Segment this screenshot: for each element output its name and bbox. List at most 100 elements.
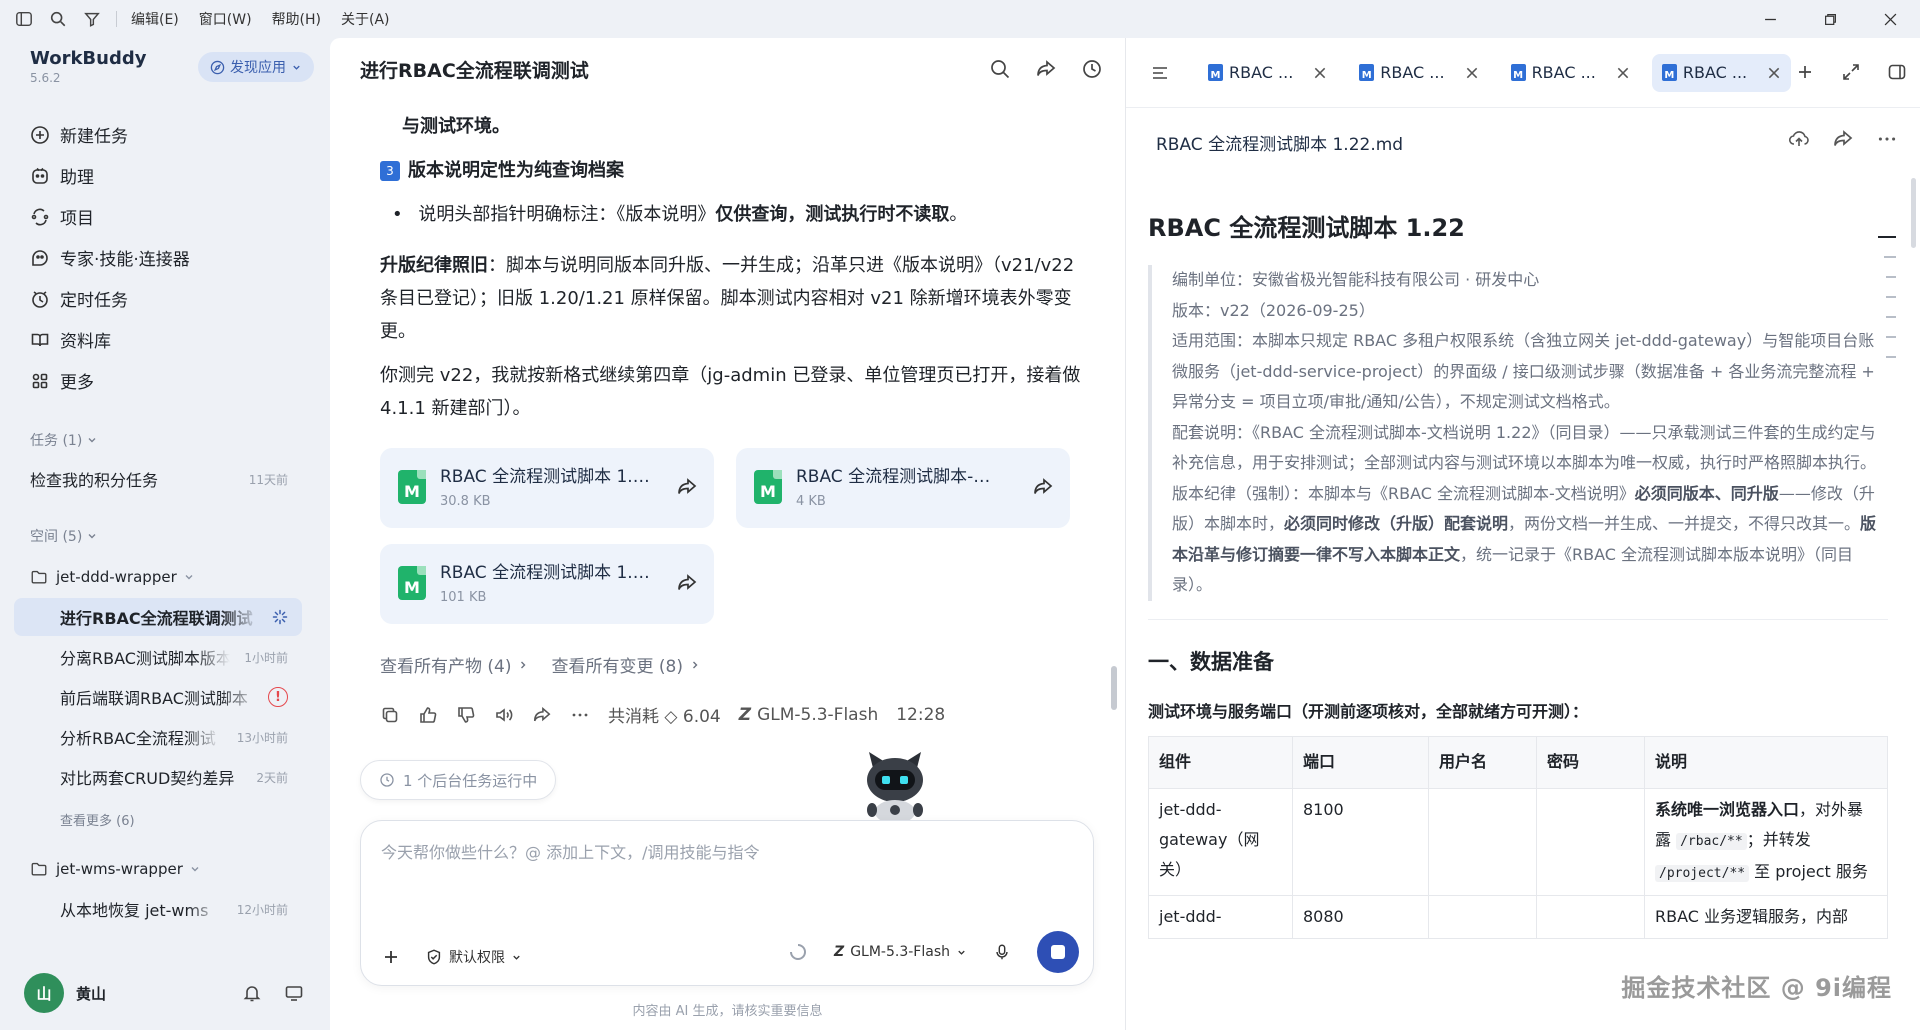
- title-bar: 编辑(E) 窗口(W) 帮助(H) 关于(A): [0, 0, 1920, 38]
- doc-tab[interactable]: M RBAC ...: [1198, 54, 1337, 92]
- chat-scrollbar[interactable]: [1111, 666, 1117, 710]
- space-folder[interactable]: jet-wms-wrapper: [14, 850, 302, 888]
- cell-code: /project/**: [1655, 864, 1750, 882]
- menu-icon[interactable]: [1150, 63, 1170, 83]
- microphone-icon[interactable]: [993, 943, 1011, 961]
- menu-edit[interactable]: 编辑(E): [131, 9, 179, 29]
- markdown-file-icon: M: [398, 470, 426, 504]
- search-icon[interactable]: [48, 9, 68, 29]
- menu-help[interactable]: 帮助(H): [272, 9, 321, 29]
- nav-new-task[interactable]: 新建任务: [18, 114, 318, 155]
- tab-label: RBAC ...: [1682, 63, 1748, 82]
- avatar[interactable]: 山: [24, 973, 64, 1013]
- discover-apps-button[interactable]: 发现应用: [198, 52, 314, 82]
- share-icon[interactable]: [1035, 58, 1057, 80]
- space-folder[interactable]: jet-ddd-wrapper: [14, 558, 302, 596]
- device-icon[interactable]: [284, 983, 304, 1003]
- spaces-section-header[interactable]: 空间 (5): [30, 526, 98, 546]
- doc-content: RBAC 全流程测试脚本 1.22 编制单位：安徽省极光智能科技有限公司 · 研…: [1148, 208, 1888, 939]
- plus-icon[interactable]: [381, 947, 401, 967]
- minimize-icon[interactable]: [1740, 0, 1800, 38]
- thumbs-up-icon[interactable]: [418, 705, 438, 725]
- menu-window[interactable]: 窗口(W): [199, 9, 252, 29]
- speaker-icon[interactable]: [494, 705, 514, 725]
- thumbs-down-icon[interactable]: [456, 705, 476, 725]
- close-icon[interactable]: [1465, 66, 1479, 80]
- doc-tab[interactable]: M RBAC ...: [1349, 54, 1488, 92]
- copy-icon[interactable]: [380, 705, 400, 725]
- search-icon[interactable]: [989, 58, 1011, 80]
- doc-scrollbar[interactable]: [1911, 178, 1916, 248]
- restore-icon[interactable]: [1800, 0, 1860, 38]
- nav-projects[interactable]: 项目: [18, 196, 318, 237]
- watermark: 掘金技术社区 @ 9i编程: [1621, 974, 1892, 1002]
- link-label: 查看所有变更 (8): [551, 657, 683, 677]
- more-icon[interactable]: [1876, 128, 1898, 150]
- outline-marker[interactable]: [1886, 336, 1896, 338]
- outline-marker[interactable]: [1886, 276, 1896, 278]
- file-card[interactable]: M RBAC 全流程测试脚本-文档说明 1.22.md 4 KB: [736, 448, 1070, 528]
- close-icon[interactable]: [1616, 66, 1630, 80]
- nav-assistant[interactable]: 助理: [18, 155, 318, 196]
- history-icon[interactable]: [1081, 58, 1103, 80]
- stop-generation-button[interactable]: [1037, 931, 1079, 973]
- expand-icon[interactable]: [1841, 62, 1861, 82]
- space-task-item[interactable]: 从本地恢复 jet-wms 12小时前: [14, 890, 302, 928]
- share-icon[interactable]: [676, 572, 698, 594]
- close-icon[interactable]: [1767, 66, 1781, 80]
- loading-spinner-icon: [790, 944, 807, 960]
- close-icon[interactable]: [1313, 66, 1327, 80]
- background-task-pill[interactable]: 1 个后台任务运行中: [360, 760, 557, 800]
- outline-markers[interactable]: [1874, 236, 1896, 376]
- cell-text: 至 project 服务: [1749, 861, 1868, 881]
- table-cell: [1536, 894, 1645, 939]
- view-changes-link[interactable]: 查看所有变更 (8): [551, 652, 700, 677]
- outline-marker[interactable]: [1886, 316, 1896, 318]
- more-icon[interactable]: [570, 705, 590, 725]
- space-task-item[interactable]: 分离RBAC测试脚本版本说明 1小时前: [14, 638, 302, 676]
- panel-toggle-icon[interactable]: [1887, 62, 1907, 82]
- file-card[interactable]: M RBAC 全流程测试脚本 1.22.md 30.8 KB: [380, 448, 714, 528]
- view-artifacts-link[interactable]: 查看所有产物 (4): [380, 652, 529, 677]
- nav-more[interactable]: 更多: [18, 360, 318, 401]
- chat-input-box[interactable]: 今天帮你做些什么？@ 添加上下文，/调用技能与指令 默认权限 Z GLM-5.3…: [360, 820, 1094, 986]
- outline-marker[interactable]: [1886, 356, 1896, 358]
- close-window-icon[interactable]: [1860, 0, 1920, 38]
- space-task-item[interactable]: 对比两套CRUD契约差异 2天前: [14, 758, 302, 796]
- chat-input-placeholder[interactable]: 今天帮你做些什么？@ 添加上下文，/调用技能与指令: [381, 839, 759, 863]
- markdown-file-icon: M: [754, 470, 782, 504]
- nav-label: 定时任务: [60, 291, 128, 311]
- share-icon[interactable]: [1832, 128, 1854, 150]
- file-card[interactable]: M RBAC 全流程测试脚本 1.22 版本说明.md 101 KB: [380, 544, 714, 624]
- doc-tab-active[interactable]: M RBAC ...: [1651, 53, 1792, 92]
- doc-tab[interactable]: M RBAC ...: [1501, 54, 1640, 92]
- outline-marker[interactable]: [1878, 236, 1896, 238]
- nav-scheduled[interactable]: 定时任务: [18, 278, 318, 319]
- nav-label: 资料库: [60, 332, 111, 352]
- sidebar-toggle-icon[interactable]: [14, 9, 34, 29]
- menu-about[interactable]: 关于(A): [341, 9, 390, 29]
- space-task-item[interactable]: 进行RBAC全流程联调测试: [14, 598, 302, 636]
- share-icon[interactable]: [1032, 476, 1054, 498]
- add-tab-icon[interactable]: [1795, 62, 1815, 82]
- model-select[interactable]: Z GLM-5.3-Flash: [834, 944, 967, 960]
- nav-library[interactable]: 资料库: [18, 319, 318, 360]
- tasks-section-header[interactable]: 任务 (1): [30, 430, 98, 450]
- nav-experts[interactable]: 专家·技能·连接器: [18, 237, 318, 278]
- upload-cloud-icon[interactable]: [1788, 128, 1810, 150]
- share-icon[interactable]: [676, 476, 698, 498]
- share-icon[interactable]: [532, 705, 552, 725]
- file-name: RBAC 全流程测试脚本 1.22 版本说明.md: [440, 563, 650, 583]
- view-more-link[interactable]: 查看更多 (6): [14, 800, 302, 838]
- space-task-item[interactable]: 分析RBAC全流程测试 13小时前: [14, 718, 302, 756]
- task-item[interactable]: 检查我的积分任务 11天前: [14, 460, 302, 498]
- outline-marker[interactable]: [1884, 256, 1896, 258]
- outline-marker[interactable]: [1886, 296, 1896, 298]
- permission-select[interactable]: 默认权限: [425, 947, 522, 967]
- filter-icon[interactable]: [82, 9, 102, 29]
- bell-icon[interactable]: [242, 983, 262, 1003]
- brand: WorkBuddy 5.6.2: [30, 48, 146, 85]
- file-name: RBAC 全流程测试脚本 1.22.md: [440, 467, 650, 487]
- space-task-item[interactable]: 前后端联调RBAC测试脚本 !: [14, 678, 302, 716]
- loading-spinner-icon: [272, 609, 288, 625]
